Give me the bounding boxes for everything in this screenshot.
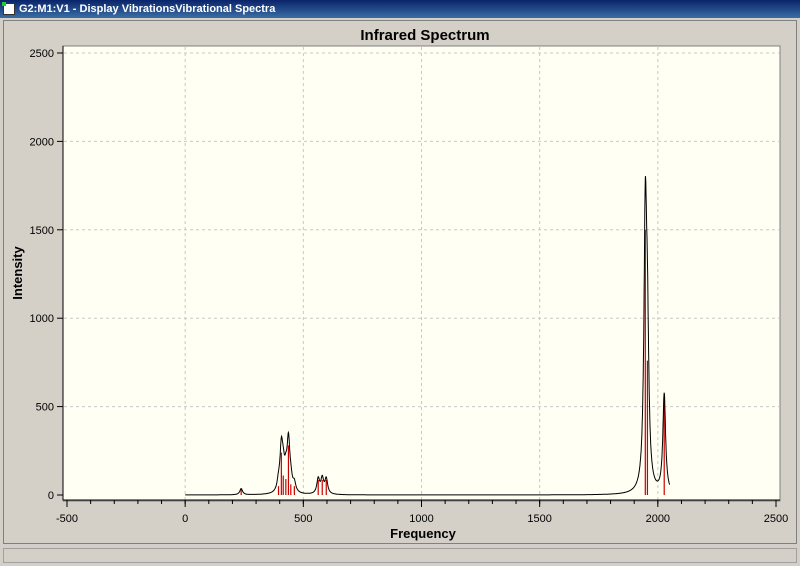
y-tick-label: 1000 bbox=[30, 313, 54, 325]
y-tick-label: 1500 bbox=[30, 225, 54, 237]
x-tick-label: 0 bbox=[182, 513, 188, 525]
y-axis-label: Intensity bbox=[10, 246, 25, 300]
y-tick-label: 2500 bbox=[30, 48, 54, 60]
y-tick-label: 2000 bbox=[30, 136, 54, 148]
chart-title: Infrared Spectrum bbox=[360, 27, 489, 44]
x-tick-label: 500 bbox=[294, 513, 312, 525]
x-tick-label: 2500 bbox=[764, 513, 788, 525]
x-axis-label: Frequency bbox=[390, 526, 457, 541]
x-tick-label: -500 bbox=[56, 513, 78, 525]
y-tick-label: 500 bbox=[36, 402, 54, 414]
y-tick-label: 0 bbox=[48, 490, 54, 502]
x-tick-label: 1500 bbox=[527, 513, 551, 525]
x-tick-label: 1000 bbox=[409, 513, 433, 525]
ir-spectrum-chart: Infrared Spectrum Frequency Intensity -5… bbox=[10, 27, 788, 541]
x-tick-label: 2000 bbox=[646, 513, 670, 525]
